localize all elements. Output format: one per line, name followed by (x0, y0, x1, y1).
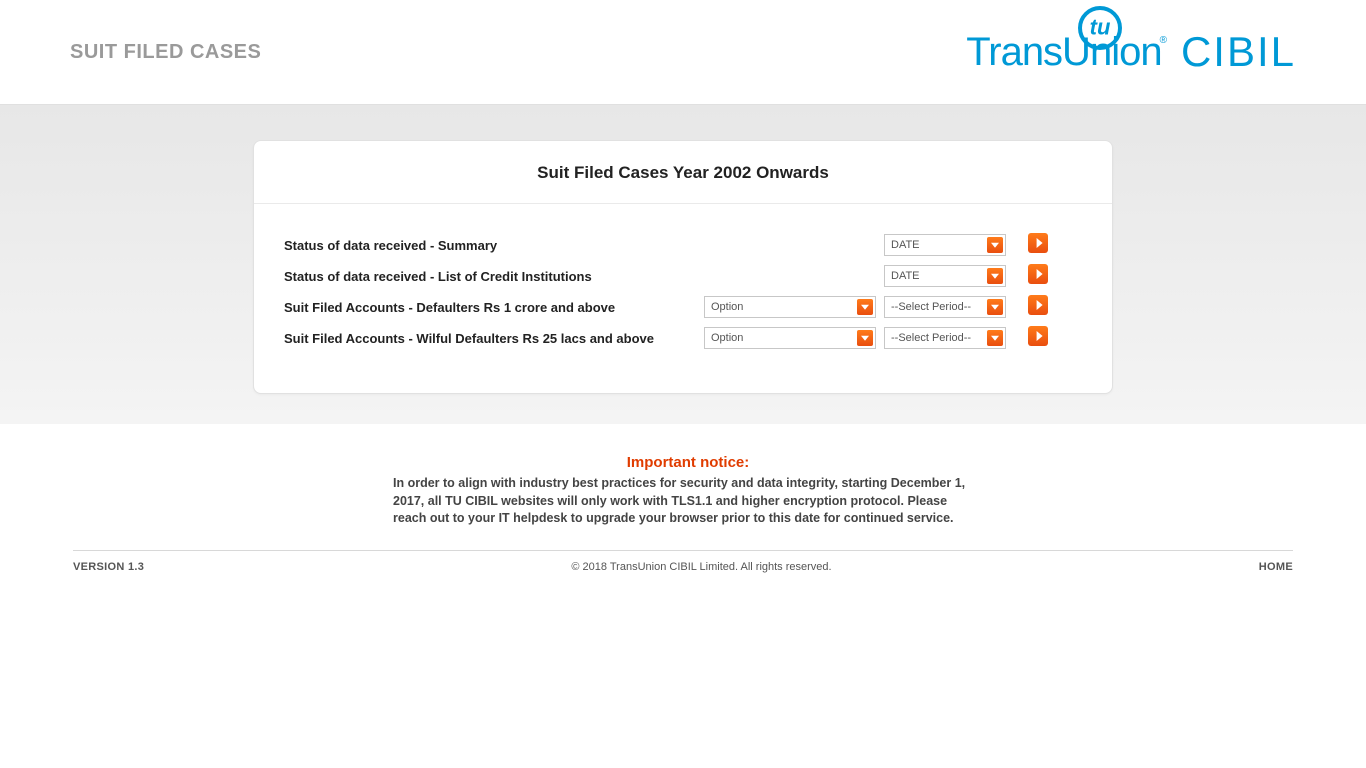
chevron-down-icon (857, 299, 873, 315)
registered-mark-icon: ® (1160, 35, 1167, 46)
date-select-summary[interactable]: DATE (884, 234, 1006, 256)
row-period-cell: DATE (884, 234, 1014, 256)
period-select-25l[interactable]: --Select Period-- (884, 327, 1006, 349)
row-option-cell: Option (704, 296, 884, 318)
home-link[interactable]: HOME (1259, 561, 1293, 573)
content-area: Suit Filed Cases Year 2002 Onwards Statu… (0, 105, 1366, 424)
select-value: --Select Period-- (891, 332, 971, 344)
date-select-institutions[interactable]: DATE (884, 265, 1006, 287)
footer: VERSION 1.3 © 2018 TransUnion CIBIL Limi… (73, 550, 1293, 583)
select-value: Option (711, 332, 743, 344)
select-value: Option (711, 301, 743, 313)
option-select-1cr[interactable]: Option (704, 296, 876, 318)
chevron-down-icon (987, 299, 1003, 315)
header: SUIT FILED CASES TransUnion® CIBIL (0, 0, 1366, 105)
panel-header: Suit Filed Cases Year 2002 Onwards (254, 141, 1112, 204)
chevron-down-icon (987, 330, 1003, 346)
go-button-1cr[interactable] (1028, 295, 1048, 315)
row-label: Suit Filed Accounts - Defaulters Rs 1 cr… (284, 300, 704, 315)
version-label: VERSION 1.3 (73, 561, 144, 573)
row-label: Suit Filed Accounts - Wilful Defaulters … (284, 331, 704, 346)
chevron-down-icon (987, 268, 1003, 284)
select-value: --Select Period-- (891, 301, 971, 313)
notice-body: In order to align with industry best pra… (393, 475, 983, 528)
period-select-1cr[interactable]: --Select Period-- (884, 296, 1006, 318)
row-label: Status of data received - Summary (284, 238, 704, 253)
row-label: Status of data received - List of Credit… (284, 269, 704, 284)
chevron-down-icon (987, 237, 1003, 253)
select-value: DATE (891, 239, 920, 251)
important-notice: Important notice: In order to align with… (253, 454, 1113, 528)
row-go-cell (1028, 264, 1052, 289)
row-defaulters-1cr: Suit Filed Accounts - Defaulters Rs 1 cr… (284, 292, 1082, 322)
copyright-text: © 2018 TransUnion CIBIL Limited. All rig… (144, 561, 1259, 573)
suit-filed-panel: Suit Filed Cases Year 2002 Onwards Statu… (253, 140, 1113, 394)
brand-logo: TransUnion® CIBIL (966, 28, 1296, 76)
row-institutions: Status of data received - List of Credit… (284, 261, 1082, 291)
page-title: SUIT FILED CASES (70, 41, 261, 64)
row-wilful-25l: Suit Filed Accounts - Wilful Defaulters … (284, 323, 1082, 353)
go-button-institutions[interactable] (1028, 264, 1048, 284)
panel-title: Suit Filed Cases Year 2002 Onwards (254, 163, 1112, 183)
logo-transunion-text: TransUnion (966, 30, 1161, 75)
row-period-cell: --Select Period-- (884, 327, 1014, 349)
row-go-cell (1028, 295, 1052, 320)
row-go-cell (1028, 326, 1052, 351)
row-period-cell: DATE (884, 265, 1014, 287)
go-button-25l[interactable] (1028, 326, 1048, 346)
logo-cibil-text: CIBIL (1181, 28, 1296, 76)
row-go-cell (1028, 233, 1052, 258)
panel-body: Status of data received - Summary DATE S… (254, 204, 1112, 393)
select-value: DATE (891, 270, 920, 282)
notice-title: Important notice: (393, 454, 983, 471)
chevron-down-icon (857, 330, 873, 346)
row-period-cell: --Select Period-- (884, 296, 1014, 318)
go-button-summary[interactable] (1028, 233, 1048, 253)
row-summary: Status of data received - Summary DATE (284, 230, 1082, 260)
row-option-cell: Option (704, 327, 884, 349)
option-select-25l[interactable]: Option (704, 327, 876, 349)
